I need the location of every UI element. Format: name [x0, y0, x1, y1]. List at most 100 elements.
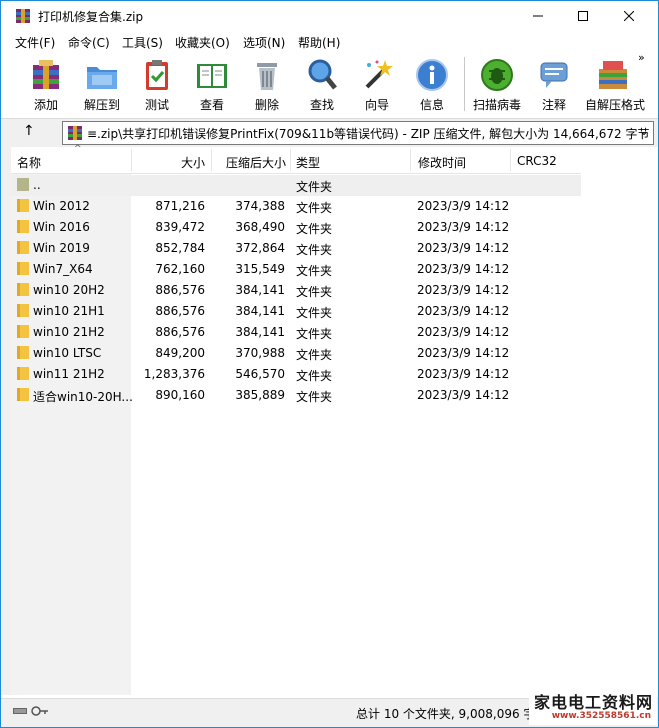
- folder-icon: [17, 325, 29, 338]
- maximize-icon: [578, 11, 588, 21]
- table-row[interactable]: win10 21H1 886,576 384,141 文件夹 2023/3/9 …: [11, 301, 581, 322]
- table-row[interactable]: Win 2016 839,472 368,490 文件夹 2023/3/9 14…: [11, 217, 581, 238]
- test-label: 测试: [144, 98, 169, 112]
- menu-commands[interactable]: 命令(C): [68, 34, 110, 51]
- row-modified: 2023/3/9 14:12: [417, 304, 510, 318]
- row-name: win10 LTSC: [33, 346, 102, 360]
- info-label: 信息: [419, 98, 444, 112]
- window-title: 打印机修复合集.zip: [38, 10, 144, 24]
- column-divider: [510, 149, 511, 171]
- sfx-label: 自解压格式: [585, 98, 646, 112]
- row-name: Win 2016: [33, 220, 90, 234]
- row-modified: 2023/3/9 14:12: [417, 388, 510, 402]
- row-type: 文件夹: [296, 222, 333, 236]
- menu-options[interactable]: 选项(N): [243, 34, 285, 51]
- folder-icon: [17, 388, 29, 401]
- comment-button[interactable]: 注释: [526, 55, 582, 115]
- add-button[interactable]: 添加: [18, 55, 74, 115]
- table-row[interactable]: win10 21H2 886,576 384,141 文件夹 2023/3/9 …: [11, 322, 581, 343]
- row-modified: 2023/3/9 14:12: [417, 367, 510, 381]
- row-size: 886,576: [155, 304, 205, 318]
- col-header-crc[interactable]: CRC32: [517, 154, 557, 168]
- add-label: 添加: [33, 98, 58, 112]
- column-divider: [211, 149, 212, 171]
- maximize-button[interactable]: [560, 1, 606, 31]
- col-header-size[interactable]: 大小: [181, 154, 205, 171]
- table-row[interactable]: Win7_X64 762,160 315,549 文件夹 2023/3/9 14…: [11, 259, 581, 280]
- table-row[interactable]: Win 2012 871,216 374,388 文件夹 2023/3/9 14…: [11, 196, 581, 217]
- col-header-type[interactable]: 类型: [296, 154, 320, 171]
- row-packed: 368,490: [235, 220, 285, 234]
- col-header-packed[interactable]: 压缩后大小: [226, 154, 286, 171]
- info-button[interactable]: 信息: [404, 55, 460, 115]
- table-row[interactable]: 适合win10-20H... 890,160 385,889 文件夹 2023/…: [11, 385, 581, 406]
- menu-tools[interactable]: 工具(S): [122, 34, 163, 51]
- watermark-url: www.352558561.cn: [551, 711, 651, 721]
- test-button[interactable]: 测试: [129, 55, 185, 115]
- menu-help[interactable]: 帮助(H): [298, 34, 340, 51]
- row-type: 文件夹: [296, 327, 333, 341]
- table-row-parent[interactable]: .. 文件夹: [11, 175, 581, 196]
- row-type: 文件夹: [296, 285, 333, 299]
- col-header-modified[interactable]: 修改时间: [418, 154, 466, 171]
- row-type: 文件夹: [296, 264, 333, 278]
- minimize-button[interactable]: [515, 1, 561, 31]
- scan-virus-button[interactable]: 扫描病毒: [469, 55, 525, 115]
- comment-icon: [540, 62, 568, 88]
- row-modified: 2023/3/9 14:12: [417, 220, 510, 234]
- menu-bar: 文件(F) 命令(C) 工具(S) 收藏夹(O) 选项(N) 帮助(H): [1, 31, 658, 51]
- row-size: 762,160: [155, 262, 205, 276]
- close-button[interactable]: [606, 1, 652, 31]
- address-bar: ↑ ≡.zip\共享打印机错误修复PrintFix(709&11b等错误代码) …: [1, 118, 658, 147]
- toolbar-overflow-icon[interactable]: »: [638, 51, 645, 64]
- toolbar: 添加 解压到 测试 查看 删除 查找 向导 信息 扫描病毒 注释 自解压格式 »: [1, 51, 658, 117]
- path-text: ≡.zip\共享打印机错误修复PrintFix(709&11b等错误代码) - …: [87, 127, 650, 141]
- folder-icon: [17, 220, 29, 233]
- folder-icon: [17, 199, 29, 212]
- table-row[interactable]: Win 2019 852,784 372,864 文件夹 2023/3/9 14…: [11, 238, 581, 259]
- file-list[interactable]: ^ 名称 大小 压缩后大小 类型 修改时间 CRC32 .. 文件夹 Win 2…: [1, 144, 658, 695]
- row-name: win11 21H2: [33, 367, 105, 381]
- wizard-button[interactable]: 向导: [349, 55, 405, 115]
- archive-icon: [68, 126, 82, 140]
- find-button[interactable]: 查找: [294, 55, 350, 115]
- menu-file[interactable]: 文件(F): [15, 34, 55, 51]
- extract-to-button[interactable]: 解压到: [74, 55, 130, 115]
- row-type: 文件夹: [296, 369, 333, 383]
- folder-icon: [17, 262, 29, 275]
- extract-to-label: 解压到: [83, 98, 120, 112]
- row-modified: 2023/3/9 14:12: [417, 283, 510, 297]
- chevron-down-icon[interactable]: ⌄: [639, 124, 649, 138]
- delete-button[interactable]: 删除: [239, 55, 295, 115]
- row-type: 文件夹: [296, 180, 333, 194]
- table-row[interactable]: win10 20H2 886,576 384,141 文件夹 2023/3/9 …: [11, 280, 581, 301]
- drive-key-icon[interactable]: [13, 705, 49, 717]
- column-divider: [290, 149, 291, 171]
- delete-trash-icon: [257, 63, 277, 90]
- scan-virus-label: 扫描病毒: [472, 98, 521, 112]
- winrar-app-icon: [16, 9, 30, 23]
- close-icon: [624, 11, 634, 21]
- menu-favorites[interactable]: 收藏夹(O): [175, 34, 230, 51]
- row-modified: 2023/3/9 14:12: [417, 346, 510, 360]
- winrar-window: 打印机修复合集.zip 文件(F) 命令(C) 工具(S) 收藏夹(O) 选项(…: [0, 0, 659, 728]
- add-archive-icon: [33, 60, 59, 89]
- row-size: 886,576: [155, 283, 205, 297]
- title-bar[interactable]: 打印机修复合集.zip: [1, 1, 658, 31]
- row-name: ..: [33, 178, 41, 192]
- table-row[interactable]: win11 21H2 1,283,376 546,570 文件夹 2023/3/…: [11, 364, 581, 385]
- row-packed: 384,141: [235, 325, 285, 339]
- up-arrow-icon[interactable]: ↑: [23, 123, 35, 139]
- view-button[interactable]: 查看: [184, 55, 240, 115]
- comment-label: 注释: [541, 98, 566, 112]
- row-size: 890,160: [155, 388, 205, 402]
- row-packed: 372,864: [235, 241, 285, 255]
- view-book-icon: [197, 64, 227, 88]
- path-field[interactable]: ≡.zip\共享打印机错误修复PrintFix(709&11b等错误代码) - …: [62, 121, 654, 145]
- row-name: 适合win10-20H...: [33, 390, 133, 404]
- col-header-name[interactable]: 名称: [17, 154, 41, 171]
- row-packed: 384,141: [235, 283, 285, 297]
- table-row[interactable]: win10 LTSC 849,200 370,988 文件夹 2023/3/9 …: [11, 343, 581, 364]
- sfx-button[interactable]: 自解压格式: [585, 55, 646, 115]
- sfx-box-icon: [599, 61, 627, 89]
